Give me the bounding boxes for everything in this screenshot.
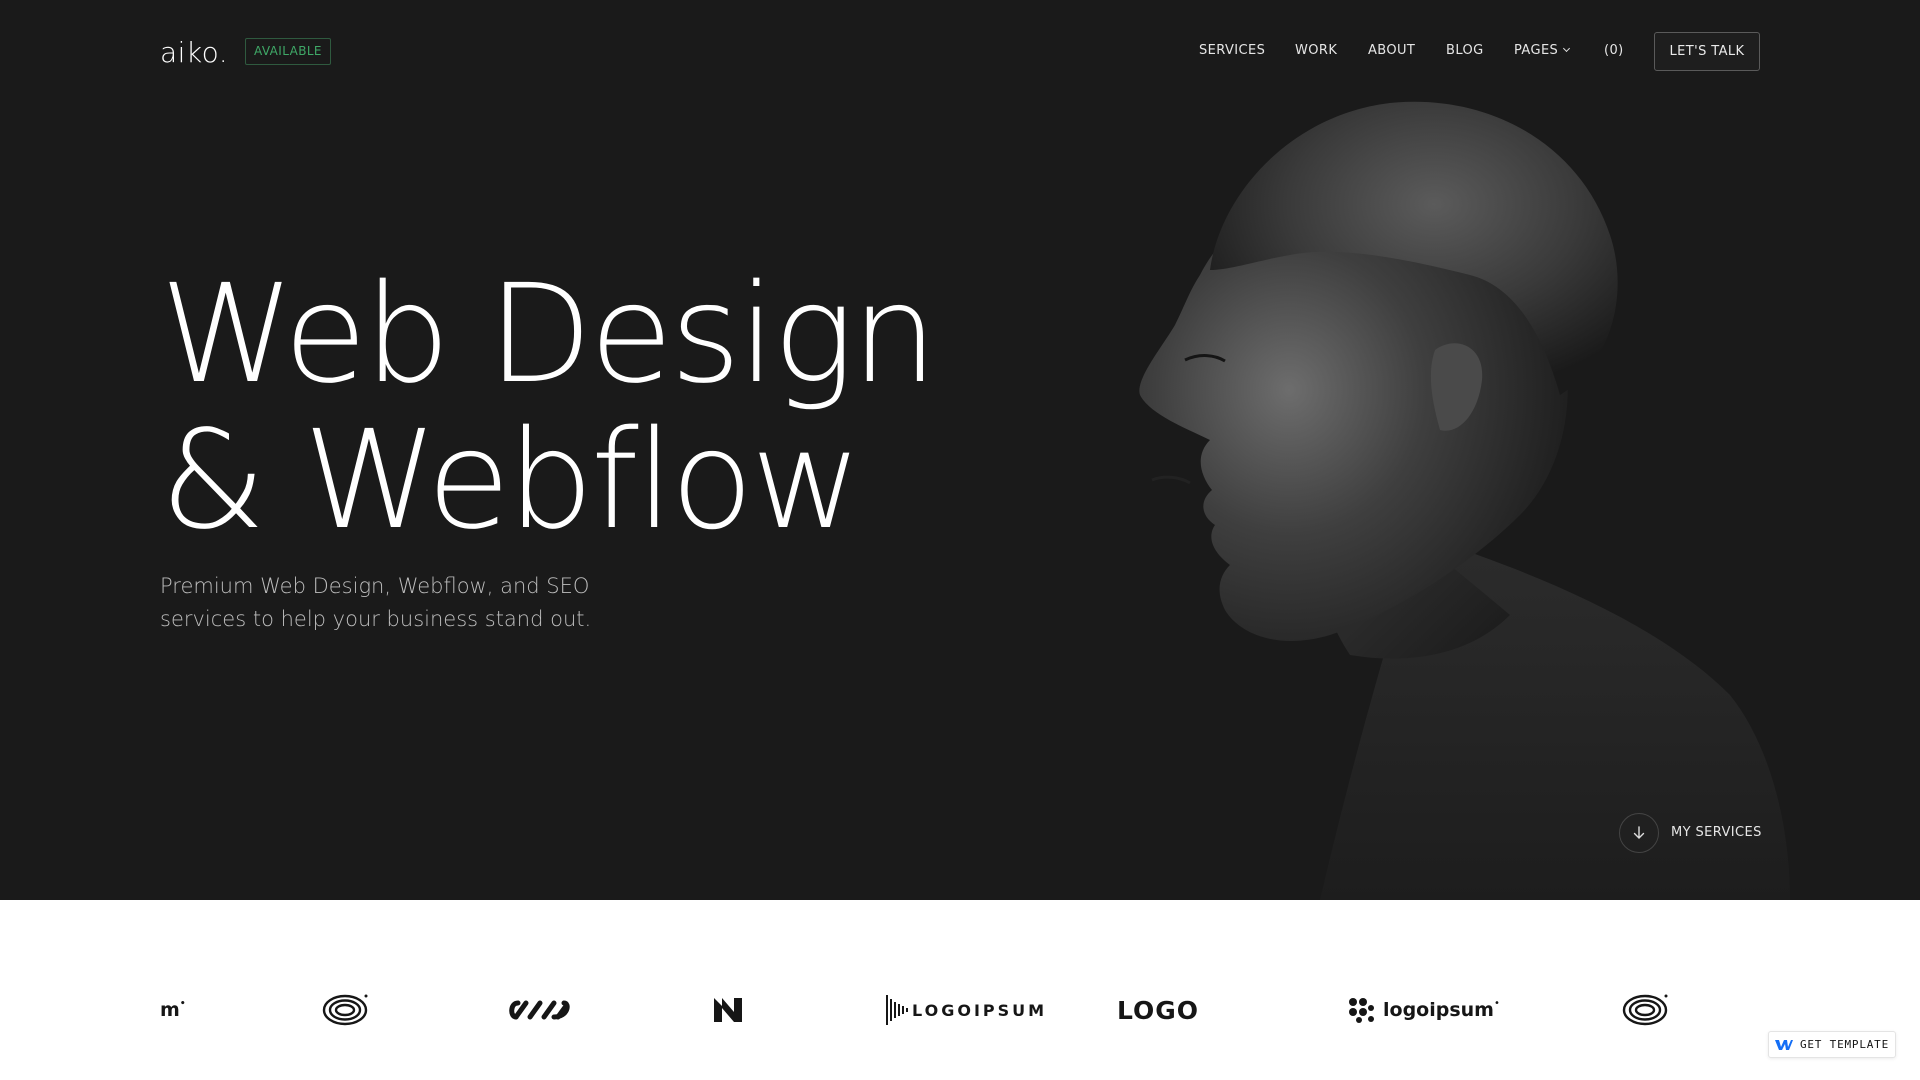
- nav-pages-label: PAGES: [1514, 43, 1559, 58]
- webflow-icon: [1774, 1039, 1793, 1050]
- logo-wordmark: LOGO: [1117, 995, 1200, 1025]
- hero-section: aiko. AVAILABLE SERVICES WORK ABOUT BLOG…: [0, 0, 1920, 900]
- hero-headline: Web Design & Webflow: [160, 256, 938, 560]
- portrait-image: [1139, 101, 1790, 900]
- logoipsum-bars-logo: LOGOIPSUM: [886, 990, 1047, 1030]
- m-logo: m •: [160, 999, 186, 1021]
- nav-blog[interactable]: BLOG: [1446, 43, 1484, 58]
- nav-services[interactable]: SERVICES: [1199, 43, 1265, 58]
- headline-line-1: Web Design: [160, 256, 938, 414]
- nav-about[interactable]: ABOUT: [1368, 43, 1415, 58]
- ring-logo: [322, 990, 368, 1030]
- get-template-button[interactable]: GET TEMPLATE: [1768, 1031, 1896, 1058]
- headline-line-2: & Webflow: [160, 402, 862, 560]
- logoipsum-logo: logoipsum •: [1347, 990, 1500, 1030]
- n-logo: [712, 990, 744, 1030]
- scroll-down-button[interactable]: [1619, 813, 1659, 853]
- nav-work[interactable]: WORK: [1295, 43, 1337, 58]
- infinity-logo: [508, 990, 572, 1030]
- hero-subtitle: Premium Web Design, Webflow, and SEO ser…: [160, 574, 592, 631]
- chevron-down-icon: [1563, 44, 1571, 53]
- nav-pages-dropdown[interactable]: PAGES: [1514, 43, 1571, 58]
- get-template-label: GET TEMPLATE: [1799, 1038, 1890, 1051]
- my-services-link[interactable]: MY SERVICES: [1671, 825, 1762, 840]
- availability-badge: AVAILABLE: [245, 38, 331, 65]
- arrow-down-icon: [1633, 826, 1645, 839]
- lets-talk-button[interactable]: LET'S TALK: [1654, 32, 1760, 71]
- ring-logo-2: [1622, 990, 1668, 1030]
- nav-cart-count[interactable]: (0): [1604, 43, 1624, 58]
- brand-logo[interactable]: aiko.: [160, 36, 228, 69]
